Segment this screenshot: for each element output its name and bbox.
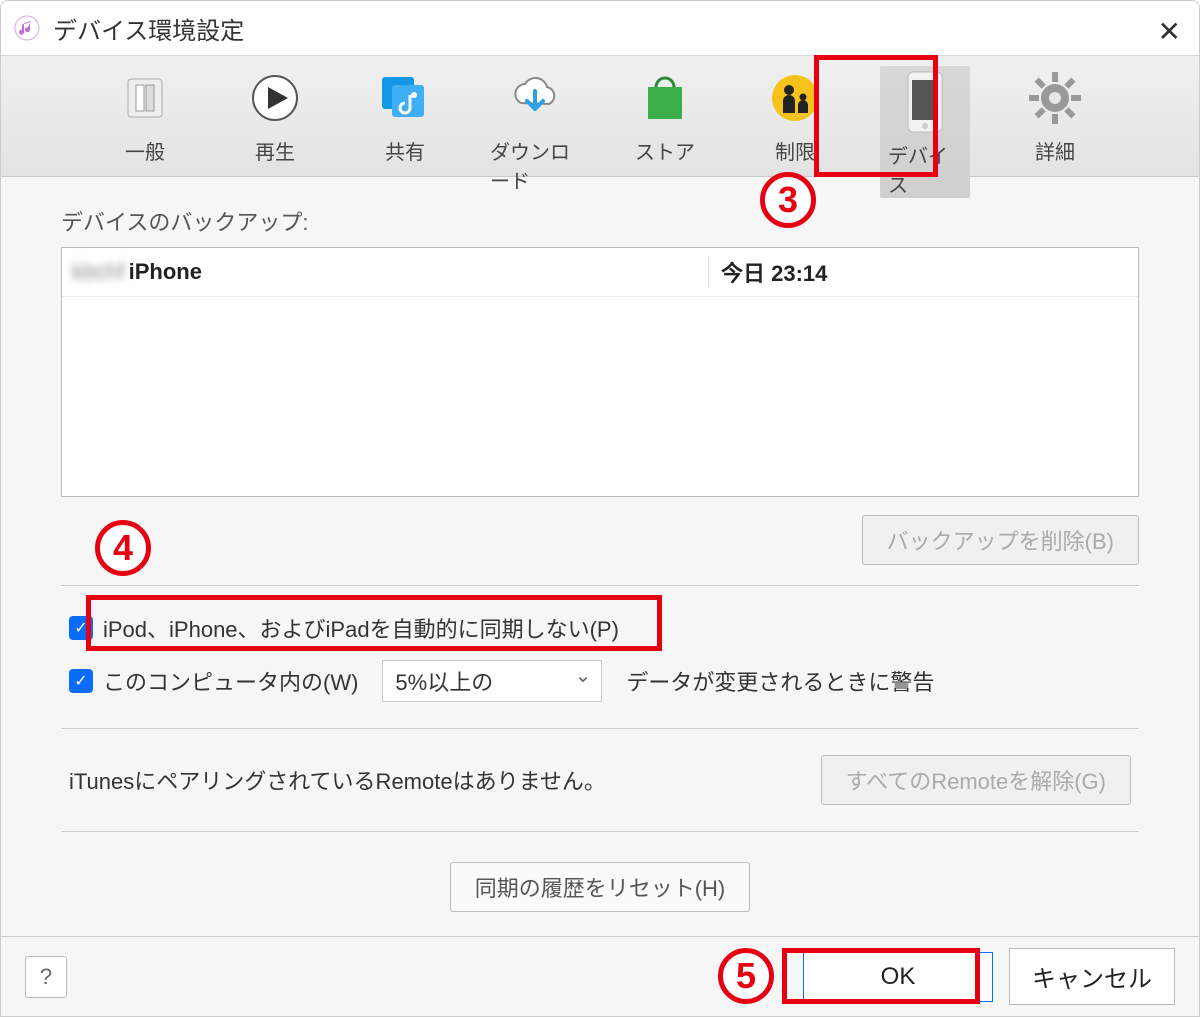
tab-label: 共有 [385,136,425,165]
content-pane: デバイスのバックアップ: kbchf iPhone 今日 23:14 バックアッ… [1,177,1199,936]
threshold-value: 5%以上の [395,665,493,697]
no-auto-sync-label: iPod、iPhone、およびiPadを自動的に同期しない(P) [103,612,619,644]
cancel-button[interactable]: キャンセル [1009,948,1175,1005]
no-auto-sync-row[interactable]: ✓ iPod、iPhone、およびiPadを自動的に同期しない(P) [61,606,1139,650]
tab-store[interactable]: ストア [620,66,710,165]
play-icon [243,66,307,130]
preferences-window: デバイス環境設定 ✕ 一般 再生 [0,0,1200,1017]
warn-suffix: データが変更されるときに警告 [626,665,934,697]
tab-downloads[interactable]: ダウンロード [490,66,580,194]
itunes-app-icon [13,14,41,42]
close-icon[interactable]: ✕ [1158,15,1181,48]
help-button[interactable]: ? [25,956,67,998]
sharing-icon [373,66,437,130]
tab-label: ダウンロード [490,136,580,194]
help-label: ? [40,964,52,990]
footer: ? OK キャンセル [1,936,1199,1016]
parental-icon [763,66,827,130]
divider [61,728,1139,729]
backups-heading: デバイスのバックアップ: [61,205,1139,237]
ok-label: OK [881,963,916,990]
gear-icon [1023,66,1087,130]
backup-date: 今日 23:14 [708,256,1128,288]
tab-label: ストア [635,136,695,165]
tab-restrictions[interactable]: 制限 [750,66,840,165]
divider [61,585,1139,586]
warn-change-row: ✓ このコンピュータ内の(W) 5%以上の データが変更されるときに警告 [61,654,1139,708]
toolbar: 一般 再生 共有 [1,55,1199,177]
delete-backup-button[interactable]: バックアップを削除(B) [862,515,1139,565]
tab-label: デバイス [888,140,962,198]
cloud-download-icon [503,66,567,130]
divider [61,831,1139,832]
tab-label: 詳細 [1035,136,1075,165]
switch-icon [113,66,177,130]
backup-list[interactable]: kbchf iPhone 今日 23:14 [61,247,1139,497]
checkbox-checked-icon[interactable]: ✓ [69,669,93,693]
ok-button[interactable]: OK [803,952,993,1002]
tab-sharing[interactable]: 共有 [360,66,450,165]
backup-row[interactable]: kbchf iPhone 今日 23:14 [62,248,1138,297]
backup-owner-blurred: kbchf [72,259,125,285]
cancel-label: キャンセル [1032,966,1152,993]
backup-device-name: iPhone [129,259,202,285]
tab-advanced[interactable]: 詳細 [1010,66,1100,165]
tab-general[interactable]: 一般 [100,66,190,165]
tab-playback[interactable]: 再生 [230,66,320,165]
reset-sync-history-button[interactable]: 同期の履歴をリセット(H) [450,862,751,912]
tab-label: 再生 [255,136,295,165]
remote-row: iTunesにペアリングされているRemoteはありません。 すべてのRemot… [61,749,1139,811]
tab-label: 制限 [775,136,815,165]
window-title: デバイス環境設定 [53,11,244,46]
unpair-remotes-button[interactable]: すべてのRemoteを解除(G) [821,755,1131,805]
remote-status: iTunesにペアリングされているRemoteはありません。 [69,764,606,796]
tab-label: 一般 [125,136,165,165]
warn-prefix: このコンピュータ内の(W) [103,665,358,697]
tab-devices[interactable]: デバイス [880,66,970,198]
checkbox-checked-icon[interactable]: ✓ [69,616,93,640]
store-icon [633,66,697,130]
device-icon [893,70,957,134]
threshold-select[interactable]: 5%以上の [382,660,602,702]
titlebar: デバイス環境設定 ✕ [1,1,1199,55]
